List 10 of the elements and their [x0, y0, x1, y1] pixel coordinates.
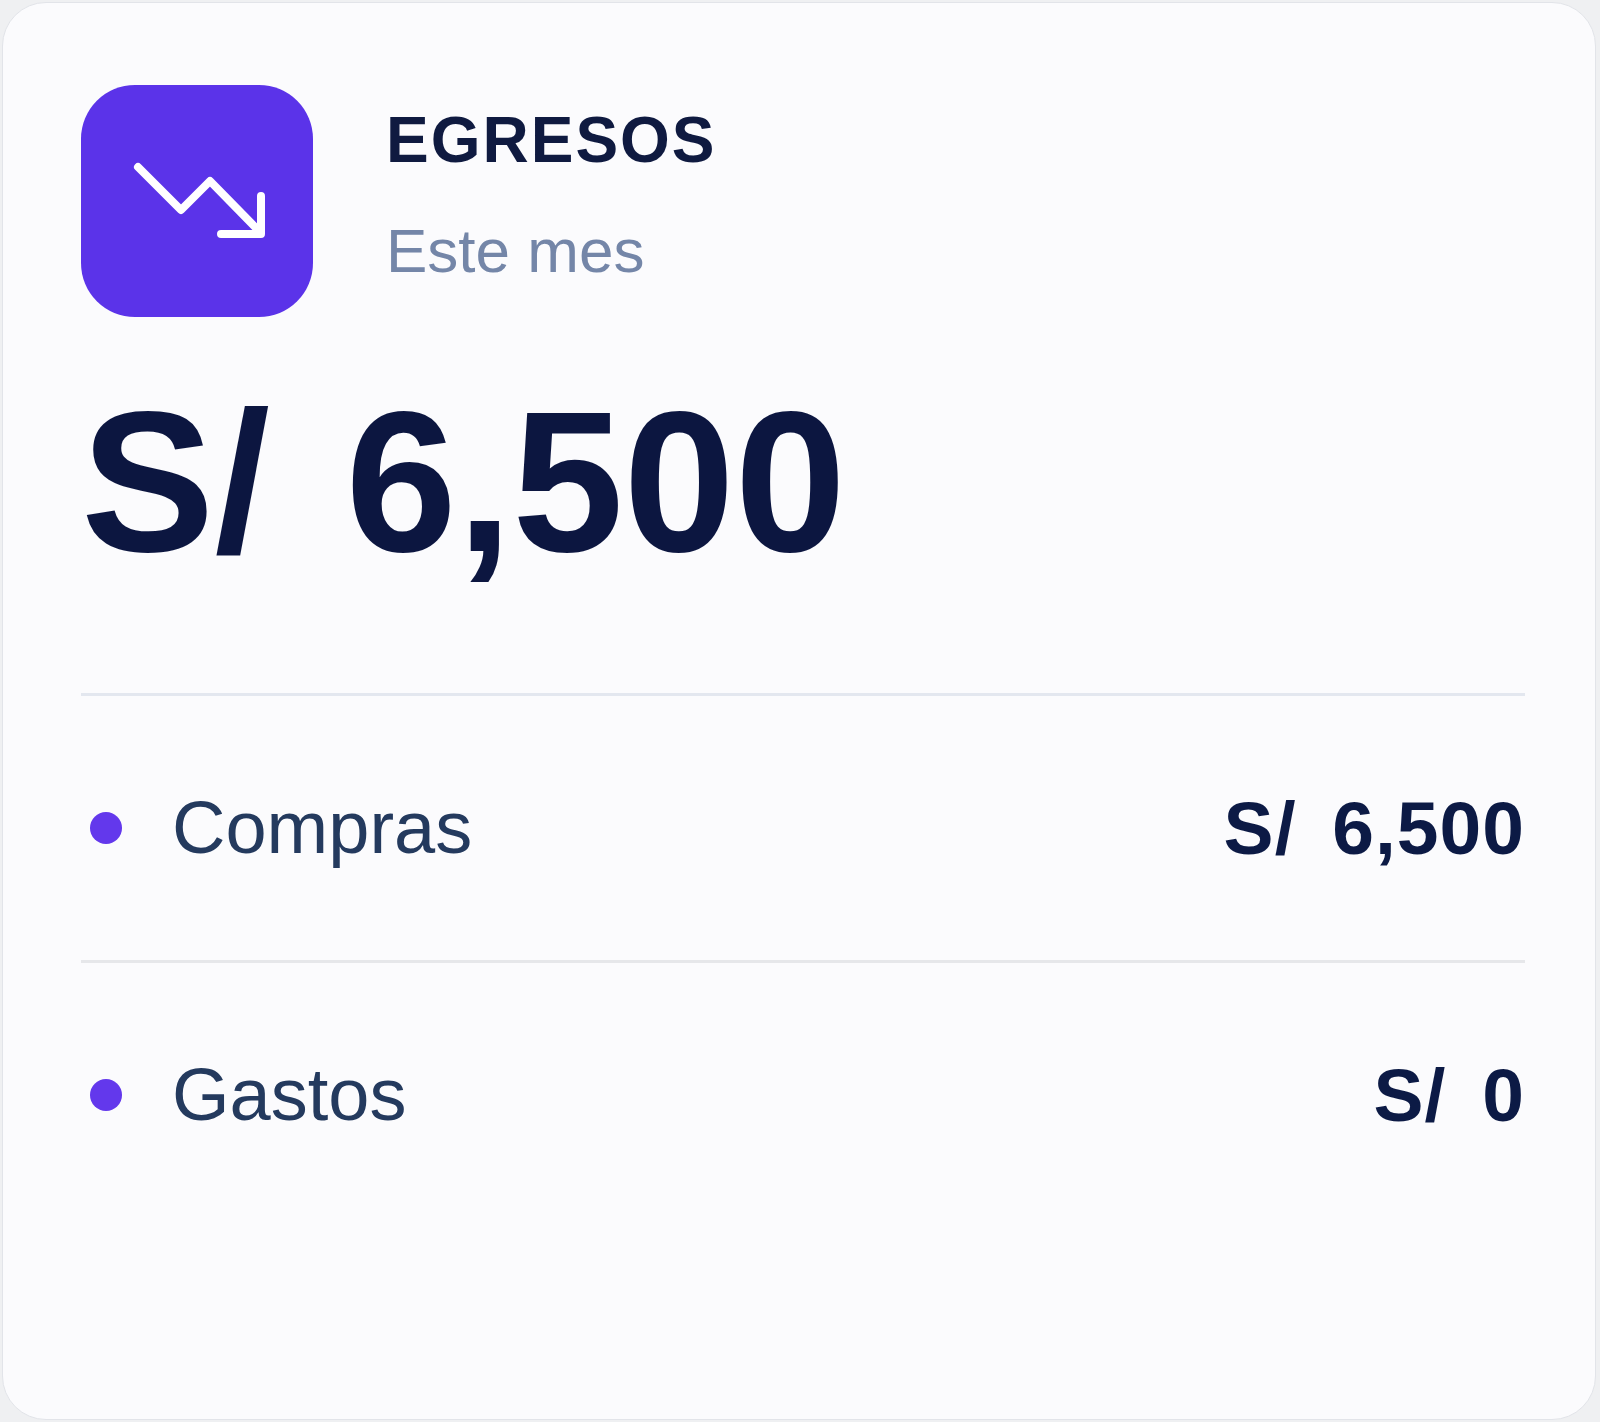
period-label: Este mes — [386, 220, 646, 282]
category-amount: S/ 0 — [1373, 1053, 1525, 1137]
category-dot-icon — [90, 1079, 122, 1111]
category-label: Gastos — [172, 1053, 407, 1137]
category-label: Compras — [172, 786, 473, 870]
category-dot-icon — [90, 812, 122, 844]
card-title: EGRESOS — [386, 108, 717, 172]
trend-down-icon — [81, 85, 313, 317]
category-amount: S/ 6,500 — [1223, 786, 1525, 870]
total-amount: S/ 6,500 — [81, 382, 847, 582]
